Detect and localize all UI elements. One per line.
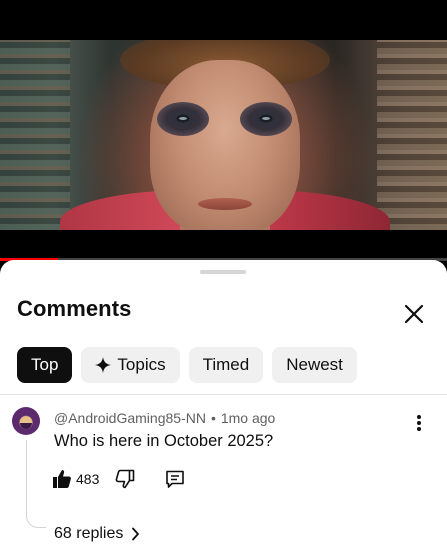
video-frame[interactable] bbox=[0, 40, 447, 230]
chip-top-label: Top bbox=[31, 355, 59, 374]
more-vert-icon bbox=[417, 415, 421, 431]
video-subject-eye-left bbox=[157, 102, 209, 136]
dislike-button[interactable] bbox=[115, 468, 135, 490]
comment-text: Who is here in October 2025? bbox=[54, 432, 274, 450]
like-count: 483 bbox=[76, 471, 100, 487]
avatar[interactable] bbox=[12, 407, 40, 435]
reply-button[interactable] bbox=[165, 468, 185, 490]
comment-meta: @AndroidGaming85-NN • 1mo ago bbox=[54, 410, 275, 426]
replies-label: 68 replies bbox=[54, 525, 124, 542]
thread-line bbox=[26, 440, 46, 528]
comments-sheet: Comments Top Topics Timed Newest @Androi… bbox=[0, 260, 447, 560]
meta-separator: • bbox=[210, 410, 216, 426]
comment-filter-chips: Top Topics Timed Newest bbox=[17, 347, 357, 383]
chip-timed[interactable]: Timed bbox=[188, 347, 264, 383]
chip-topics-label: Topics bbox=[117, 355, 166, 374]
reply-icon bbox=[166, 470, 185, 488]
close-icon bbox=[404, 304, 424, 324]
thumbs-up-icon bbox=[53, 470, 71, 488]
chip-top[interactable]: Top bbox=[17, 347, 73, 383]
chevron-right-icon bbox=[132, 527, 140, 541]
comments-title: Comments bbox=[17, 296, 132, 321]
background-shelf-right bbox=[377, 40, 447, 230]
sparkle-icon bbox=[95, 357, 112, 373]
view-replies-button[interactable]: 68 replies bbox=[54, 525, 140, 543]
video-subject-eye-right bbox=[240, 102, 292, 136]
background-shelf-left bbox=[0, 40, 70, 230]
thumbs-down-icon bbox=[115, 469, 135, 489]
drag-handle[interactable] bbox=[200, 270, 246, 274]
comment-author[interactable]: @AndroidGaming85-NN bbox=[54, 410, 206, 426]
chip-newest[interactable]: Newest bbox=[272, 347, 357, 383]
divider bbox=[0, 394, 447, 395]
close-button[interactable] bbox=[398, 298, 430, 330]
comment-time: 1mo ago bbox=[220, 410, 276, 426]
chip-newest-label: Newest bbox=[286, 355, 343, 374]
chip-timed-label: Timed bbox=[202, 355, 250, 374]
comment-more-button[interactable] bbox=[408, 412, 430, 434]
video-player[interactable] bbox=[0, 0, 447, 258]
comment-actions: 483 bbox=[52, 468, 185, 490]
like-button[interactable] bbox=[52, 468, 72, 490]
chip-topics[interactable]: Topics bbox=[81, 347, 180, 383]
video-subject-mouth bbox=[198, 198, 252, 210]
